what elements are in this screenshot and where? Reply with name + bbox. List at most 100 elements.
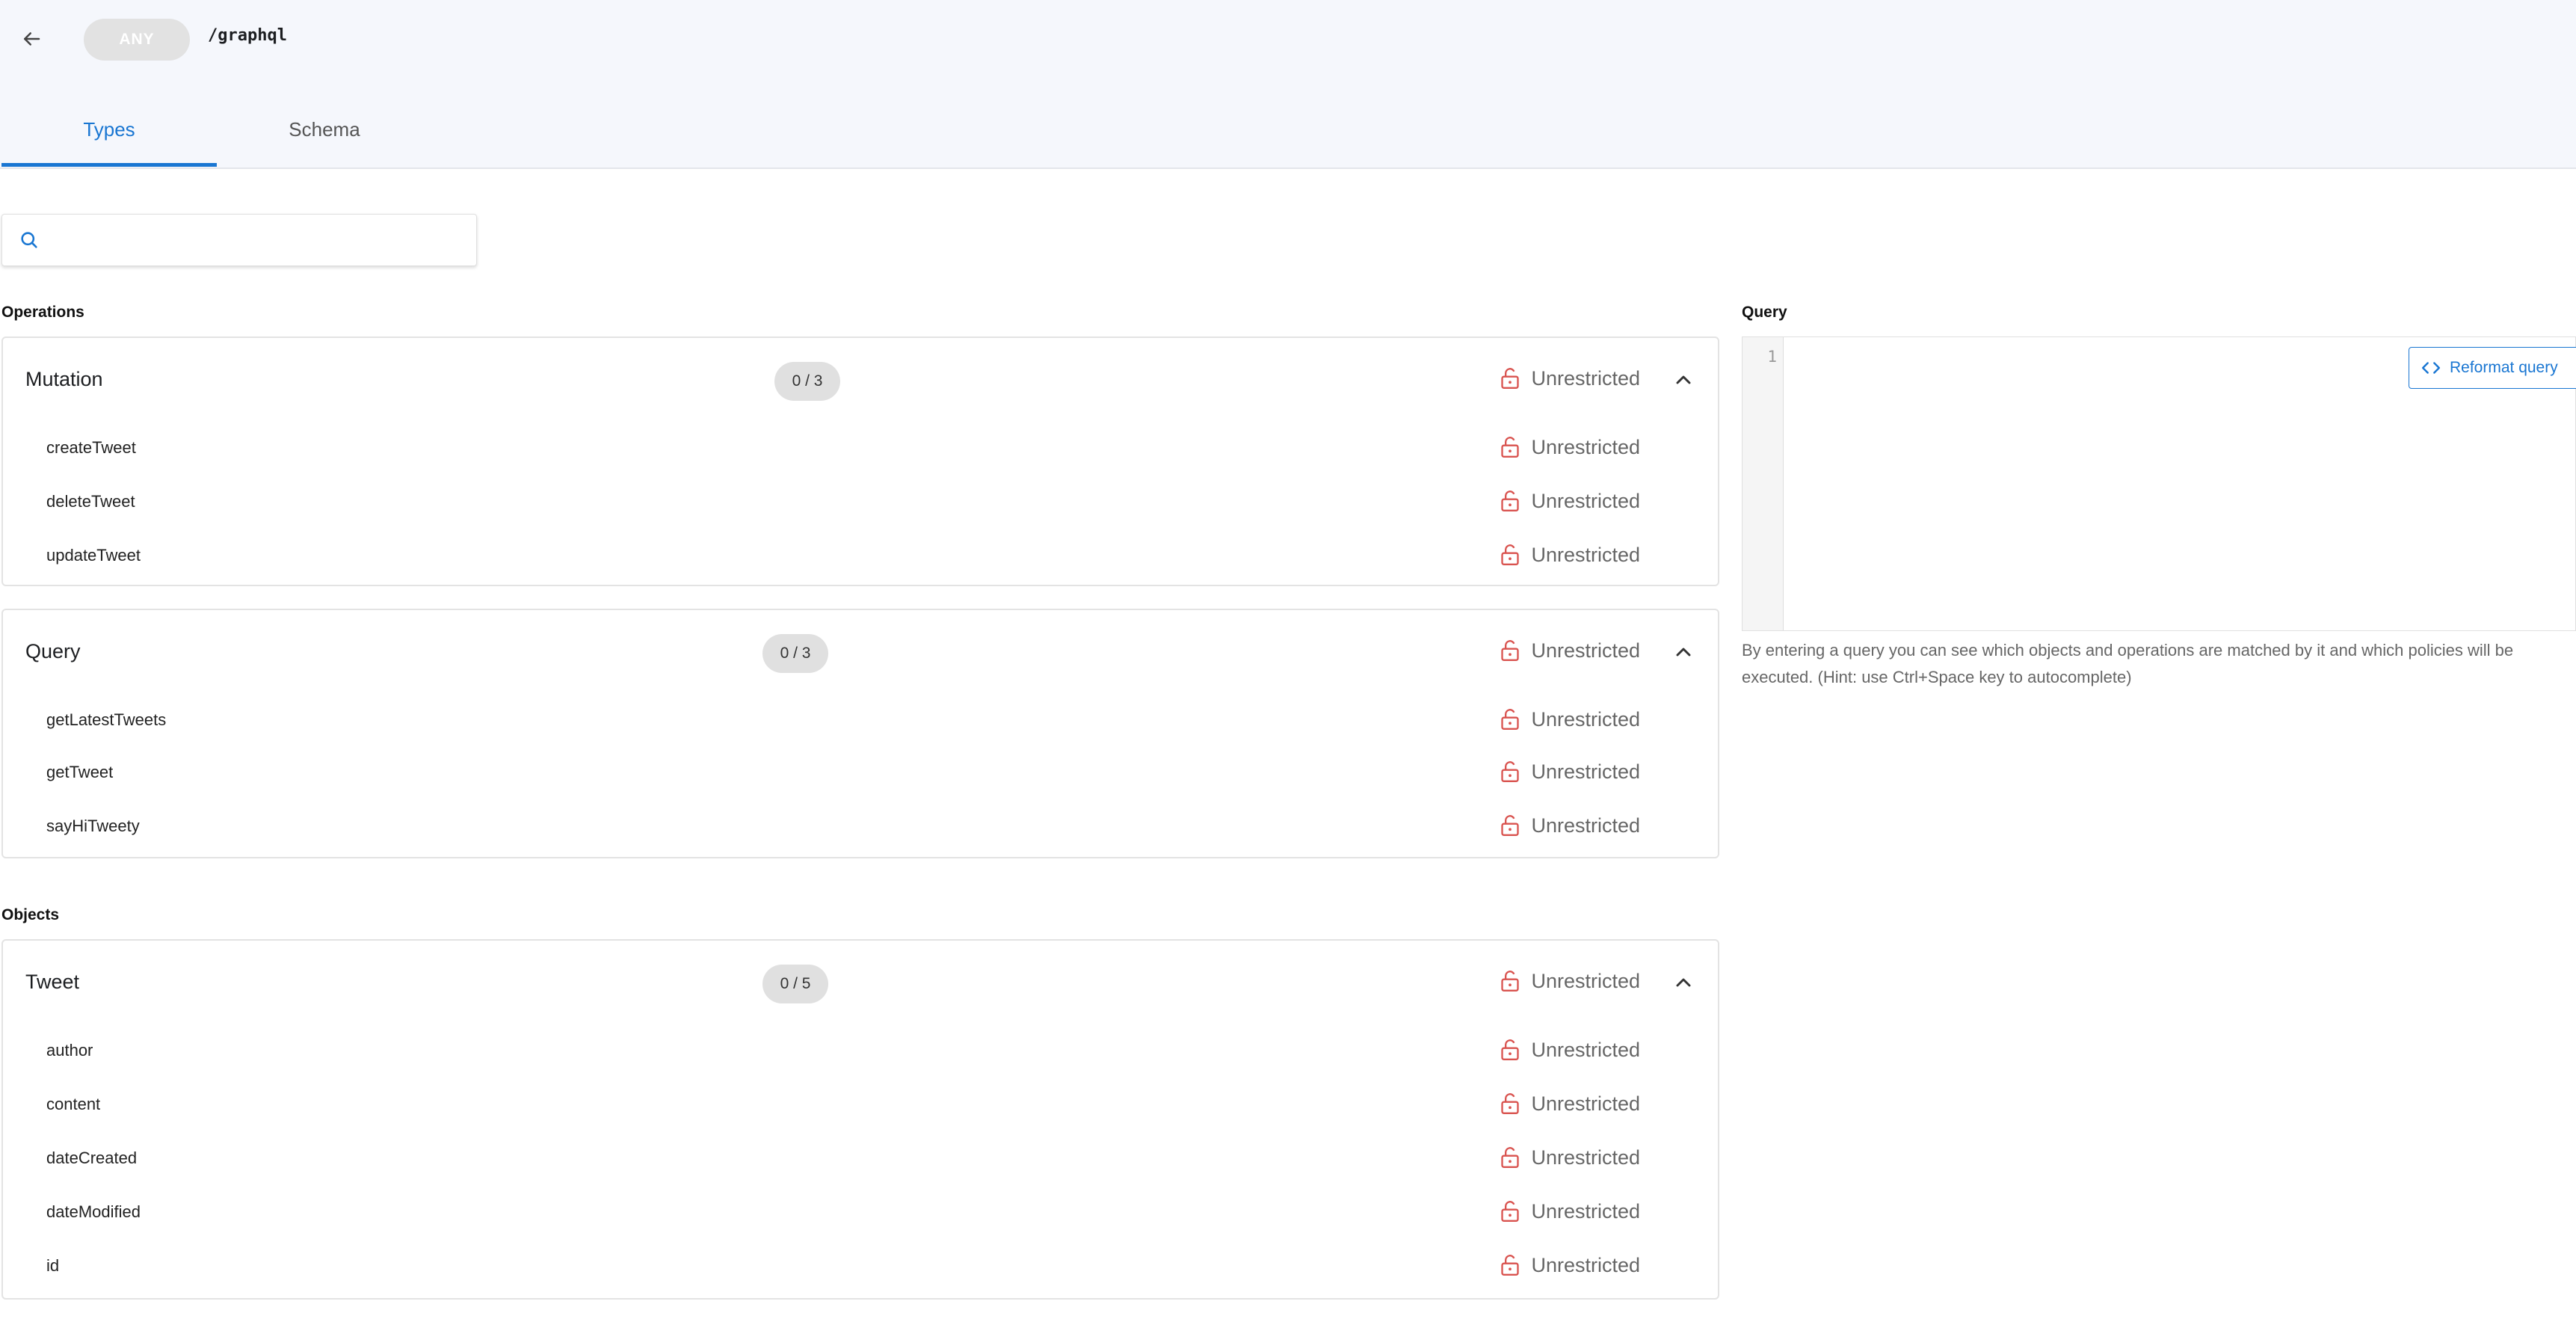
row-status[interactable]: Unrestricted <box>1500 435 1640 459</box>
arrow-left-icon <box>24 32 40 46</box>
row-label: dateModified <box>46 1202 141 1221</box>
chevron-up-icon[interactable] <box>1671 640 1695 664</box>
row-status[interactable]: Unrestricted <box>1500 760 1640 784</box>
row-status[interactable]: Unrestricted <box>1500 489 1640 513</box>
count-badge: 0 / 3 <box>762 634 828 673</box>
row-status[interactable]: Unrestricted <box>1500 707 1640 731</box>
operations-heading: Operations <box>1 304 84 321</box>
tweet-panel: Tweet 0 / 5 Unrestricted author Unrestri… <box>1 939 1719 1300</box>
row-status[interactable]: Unrestricted <box>1500 1146 1640 1169</box>
lock-open-icon <box>1501 1093 1520 1114</box>
status-label: Unrestricted <box>1531 1253 1640 1276</box>
active-tab-indicator <box>1 163 217 167</box>
mutation-panel: Mutation 0 / 3 Unrestricted createTweet … <box>1 336 1719 586</box>
lock-open-icon <box>1501 1147 1520 1168</box>
status-label: Unrestricted <box>1531 1199 1640 1223</box>
line-number: 1 <box>1767 348 1777 366</box>
status-label: Unrestricted <box>1531 366 1640 390</box>
query-panel-header[interactable]: Query 0 / 3 Unrestricted <box>3 610 1718 694</box>
row-label: getLatestTweets <box>46 710 167 729</box>
search-box <box>1 214 477 266</box>
status-indicator[interactable]: Unrestricted <box>1500 366 1640 390</box>
row-label: createTweet <box>46 438 136 457</box>
count-badge: 0 / 5 <box>762 965 828 1003</box>
status-label: Unrestricted <box>1531 435 1640 458</box>
status-indicator[interactable]: Unrestricted <box>1500 969 1640 993</box>
row-status[interactable]: Unrestricted <box>1500 1038 1640 1062</box>
row-label: content <box>46 1095 101 1113</box>
objects-heading: Objects <box>1 906 60 923</box>
search-icon <box>21 232 37 248</box>
method-badge: ANY <box>84 19 190 61</box>
lock-open-icon <box>1501 815 1520 836</box>
field-row-author[interactable]: author Unrestricted <box>3 1024 1718 1078</box>
chevron-up-icon[interactable] <box>1671 368 1695 392</box>
row-status[interactable]: Unrestricted <box>1500 543 1640 567</box>
row-label: sayHiTweety <box>46 817 140 835</box>
status-label: Unrestricted <box>1531 969 1640 992</box>
lock-open-icon <box>1501 368 1520 389</box>
row-label: getTweet <box>46 763 114 781</box>
status-label: Unrestricted <box>1531 639 1640 662</box>
panel-title: Mutation <box>25 368 103 390</box>
back-button[interactable] <box>15 22 48 55</box>
field-row-dateModified[interactable]: dateModified Unrestricted <box>3 1186 1718 1240</box>
query-editor-heading: Query <box>1742 304 1787 321</box>
query-panel: Query 0 / 3 Unrestricted getLatestTweets… <box>1 609 1719 858</box>
code-icon <box>2421 362 2441 374</box>
lock-open-icon <box>1501 1039 1520 1060</box>
status-label: Unrestricted <box>1531 707 1640 731</box>
mutation-panel-header[interactable]: Mutation 0 / 3 Unrestricted <box>3 338 1718 422</box>
row-status[interactable]: Unrestricted <box>1500 814 1640 837</box>
tab-types[interactable]: Types <box>1 118 217 167</box>
lock-open-icon <box>1501 1255 1520 1276</box>
row-label: deleteTweet <box>46 492 135 511</box>
row-status[interactable]: Unrestricted <box>1500 1092 1640 1116</box>
operation-row-sayHiTweety[interactable]: sayHiTweety Unrestricted <box>3 800 1718 854</box>
operation-row-deleteTweet[interactable]: deleteTweet Unrestricted <box>3 476 1718 529</box>
panel-title: Tweet <box>25 971 80 993</box>
endpoint-path: /graphql <box>208 26 287 45</box>
row-label: author <box>46 1041 93 1060</box>
reformat-query-label: Reformat query <box>2450 359 2558 376</box>
row-label: updateTweet <box>46 546 141 565</box>
status-label: Unrestricted <box>1531 1146 1640 1169</box>
count-badge: 0 / 3 <box>774 362 840 401</box>
field-row-content[interactable]: content Unrestricted <box>3 1078 1718 1132</box>
operation-row-createTweet[interactable]: createTweet Unrestricted <box>3 422 1718 476</box>
status-label: Unrestricted <box>1531 489 1640 512</box>
field-row-dateCreated[interactable]: dateCreated Unrestricted <box>3 1132 1718 1186</box>
tweet-panel-header[interactable]: Tweet 0 / 5 Unrestricted <box>3 941 1718 1024</box>
lock-open-icon <box>1501 1201 1520 1222</box>
lock-open-icon <box>1501 640 1520 661</box>
row-status[interactable]: Unrestricted <box>1500 1253 1640 1277</box>
status-label: Unrestricted <box>1531 814 1640 837</box>
tab-schema[interactable]: Schema <box>217 118 432 167</box>
operation-row-getLatestTweets[interactable]: getLatestTweets Unrestricted <box>3 694 1718 748</box>
row-label: id <box>46 1256 60 1275</box>
field-row-id[interactable]: id Unrestricted <box>3 1240 1718 1294</box>
lock-open-icon <box>1501 437 1520 458</box>
reformat-query-button[interactable]: Reformat query <box>2409 347 2576 389</box>
lock-open-icon <box>1501 709 1520 730</box>
operation-row-getTweet[interactable]: getTweet Unrestricted <box>3 746 1718 800</box>
row-status[interactable]: Unrestricted <box>1500 1199 1640 1223</box>
chevron-up-icon[interactable] <box>1671 971 1695 994</box>
lock-open-icon <box>1501 544 1520 565</box>
status-label: Unrestricted <box>1531 1038 1640 1061</box>
search-input[interactable] <box>55 221 461 259</box>
row-label: dateCreated <box>46 1149 138 1167</box>
lock-open-icon <box>1501 761 1520 782</box>
status-label: Unrestricted <box>1531 760 1640 783</box>
editor-gutter: 1 <box>1743 337 1784 630</box>
tab-schema-label: Schema <box>289 118 360 141</box>
lock-open-icon <box>1501 491 1520 511</box>
status-label: Unrestricted <box>1531 1092 1640 1115</box>
operation-row-updateTweet[interactable]: updateTweet Unrestricted <box>3 529 1718 583</box>
panel-title: Query <box>25 640 81 662</box>
query-hint: By entering a query you can see which ob… <box>1742 641 2514 686</box>
tab-types-label: Types <box>83 118 135 141</box>
status-indicator[interactable]: Unrestricted <box>1500 639 1640 662</box>
status-label: Unrestricted <box>1531 543 1640 566</box>
lock-open-icon <box>1501 971 1520 991</box>
